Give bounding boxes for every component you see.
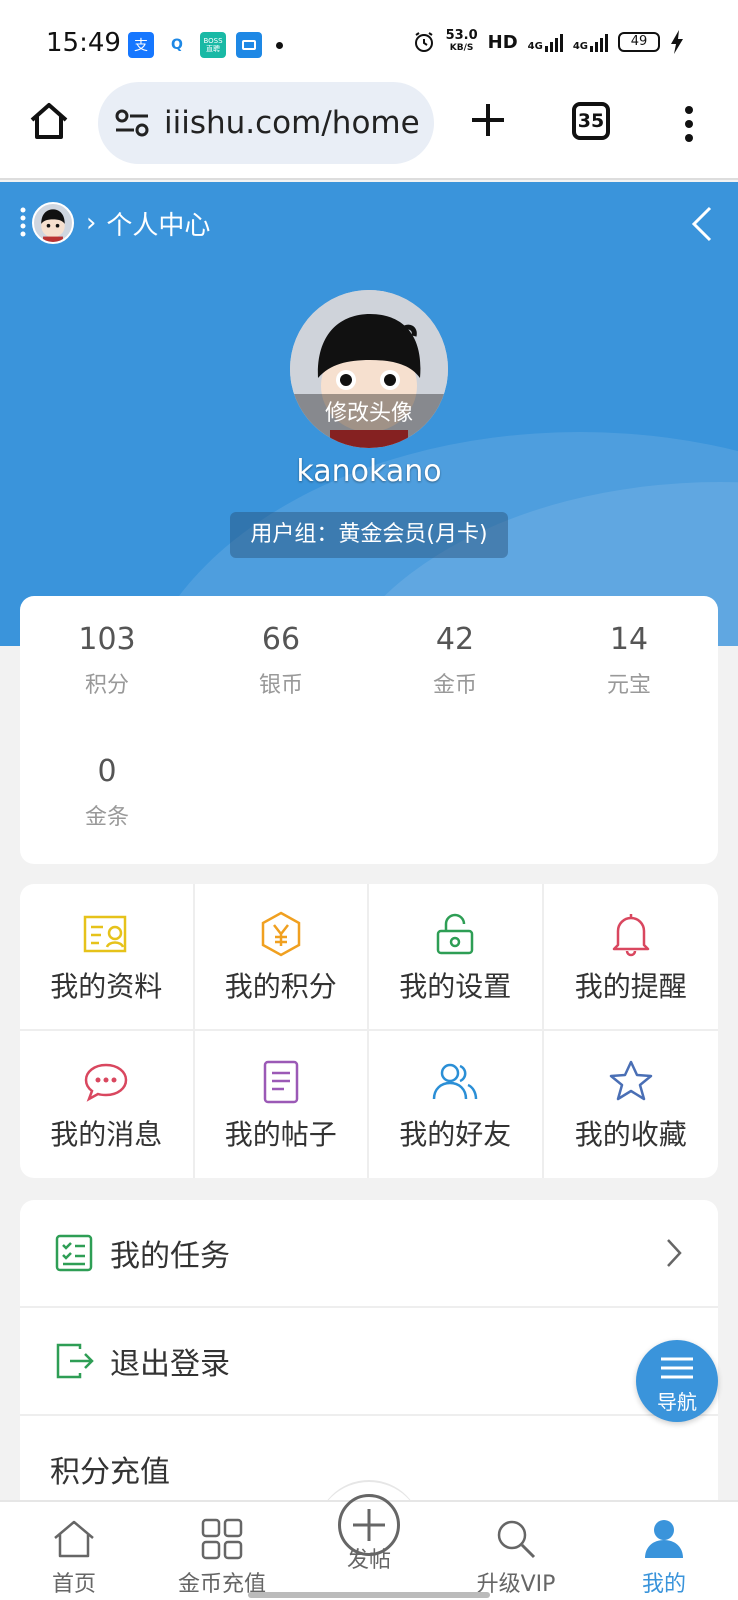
lock-settings-icon: [437, 913, 474, 954]
stat-gold-bar[interactable]: 0 金条: [20, 754, 194, 831]
boss-app-icon: BOSS直聘: [200, 32, 226, 58]
user-group-badge: 用户组：黄金会员(月卡): [230, 512, 508, 558]
stat-points[interactable]: 103 积分: [20, 622, 194, 699]
grid-item-favorites[interactable]: 我的收藏: [544, 1031, 719, 1178]
page-title: 个人中心: [106, 210, 211, 241]
site-settings-icon[interactable]: [114, 108, 150, 138]
back-chevron-icon[interactable]: [690, 204, 714, 244]
search-icon: [497, 1520, 536, 1559]
address-bar[interactable]: iiishu.com/home: [98, 82, 434, 164]
floating-nav-button[interactable]: 导航: [636, 1340, 718, 1422]
stat-silver[interactable]: 66 银币: [194, 622, 368, 699]
post-button[interactable]: [338, 1494, 400, 1556]
status-time: 15:49: [46, 28, 121, 58]
document-icon: [263, 1060, 298, 1103]
tab-recharge[interactable]: 金币充值: [162, 1516, 282, 1598]
signal-1-icon: 4G: [528, 32, 563, 52]
home-icon[interactable]: [28, 100, 70, 142]
stats-card: 103 积分 66 银币 42 金币 14 元宝 0 金条: [20, 596, 718, 864]
bell-icon: [612, 913, 649, 956]
grid-item-posts[interactable]: 我的帖子: [195, 1031, 369, 1178]
home-indicator: [248, 1592, 490, 1598]
url-text: iiishu.com/home: [164, 105, 420, 141]
hamburger-icon: [661, 1357, 693, 1379]
battery-icon: 49: [618, 32, 660, 52]
cloud-app-icon: [236, 32, 262, 58]
more-notifications-dot: [276, 41, 283, 49]
checklist-icon: [55, 1234, 93, 1272]
tab-upgrade-vip[interactable]: 升级VIP: [456, 1516, 576, 1598]
home-icon: [54, 1520, 94, 1558]
tab-home[interactable]: 首页: [14, 1516, 134, 1598]
notification-icons: 支 Q BOSS直聘: [128, 32, 283, 58]
breadcrumb: › 个人中心: [20, 202, 210, 244]
search-app-icon: Q: [164, 32, 190, 58]
friends-icon: [433, 1063, 478, 1099]
grid-item-profile[interactable]: 我的资料: [20, 884, 195, 1031]
status-bar: 15:49 支 Q BOSS直聘 53.0 KB/S HD 4G 4G 49: [0, 0, 738, 88]
alipay-icon: 支: [128, 32, 154, 58]
alarm-icon: [414, 32, 433, 52]
yen-hexagon-icon: [261, 911, 300, 956]
user-icon: [645, 1520, 683, 1558]
profile-header: › 个人中心 修改头像 kanokano 用户组：黄金会员(月卡): [0, 182, 738, 646]
plus-circle-icon: [353, 1509, 385, 1541]
action-list: 我的任务 退出登录 积分充值: [20, 1200, 718, 1510]
star-icon: [609, 1060, 652, 1100]
grid-item-messages[interactable]: 我的消息: [20, 1031, 195, 1178]
username: kanokano: [296, 454, 442, 489]
network-speed: 53.0 KB/S: [445, 28, 478, 53]
edit-avatar-label[interactable]: 修改头像: [290, 394, 448, 448]
chevron-right-icon: [667, 1239, 682, 1267]
feature-grid: 我的资料 我的积分 我的设置 我的提醒 我的消息 我的帖子 我的好友 我的收藏: [20, 884, 718, 1178]
tab-mine[interactable]: 我的: [604, 1516, 724, 1598]
grid-item-points[interactable]: 我的积分: [194, 884, 369, 1031]
signal-2-icon: 4G: [573, 32, 608, 52]
charging-icon: [671, 30, 683, 54]
stat-ingot[interactable]: 14 元宝: [542, 622, 716, 699]
breadcrumb-separator: ›: [86, 208, 97, 238]
tab-switcher-button[interactable]: 35: [572, 102, 610, 140]
stat-gold[interactable]: 42 金币: [368, 622, 542, 699]
more-menu-icon[interactable]: [682, 104, 696, 144]
chat-bubble-icon: [84, 1063, 128, 1102]
new-tab-icon[interactable]: [468, 100, 508, 140]
hd-badge: HD: [487, 31, 518, 53]
logout-icon: [56, 1343, 94, 1379]
grid-item-settings[interactable]: 我的设置: [369, 884, 544, 1031]
list-item-tasks[interactable]: 我的任务: [20, 1200, 718, 1308]
status-indicators: 53.0 KB/S HD 4G 4G 49: [412, 28, 684, 54]
profile-avatar[interactable]: 修改头像: [290, 290, 448, 448]
avatar[interactable]: [32, 202, 74, 244]
profile-card-icon: [84, 915, 127, 952]
grid-item-friends[interactable]: 我的好友: [369, 1031, 544, 1178]
list-item-logout[interactable]: 退出登录: [20, 1308, 718, 1416]
grid-icon: [201, 1518, 243, 1560]
browser-toolbar: iiishu.com/home 35: [0, 80, 738, 180]
grid-item-reminders[interactable]: 我的提醒: [543, 884, 718, 1031]
side-menu-icon[interactable]: [20, 206, 26, 240]
